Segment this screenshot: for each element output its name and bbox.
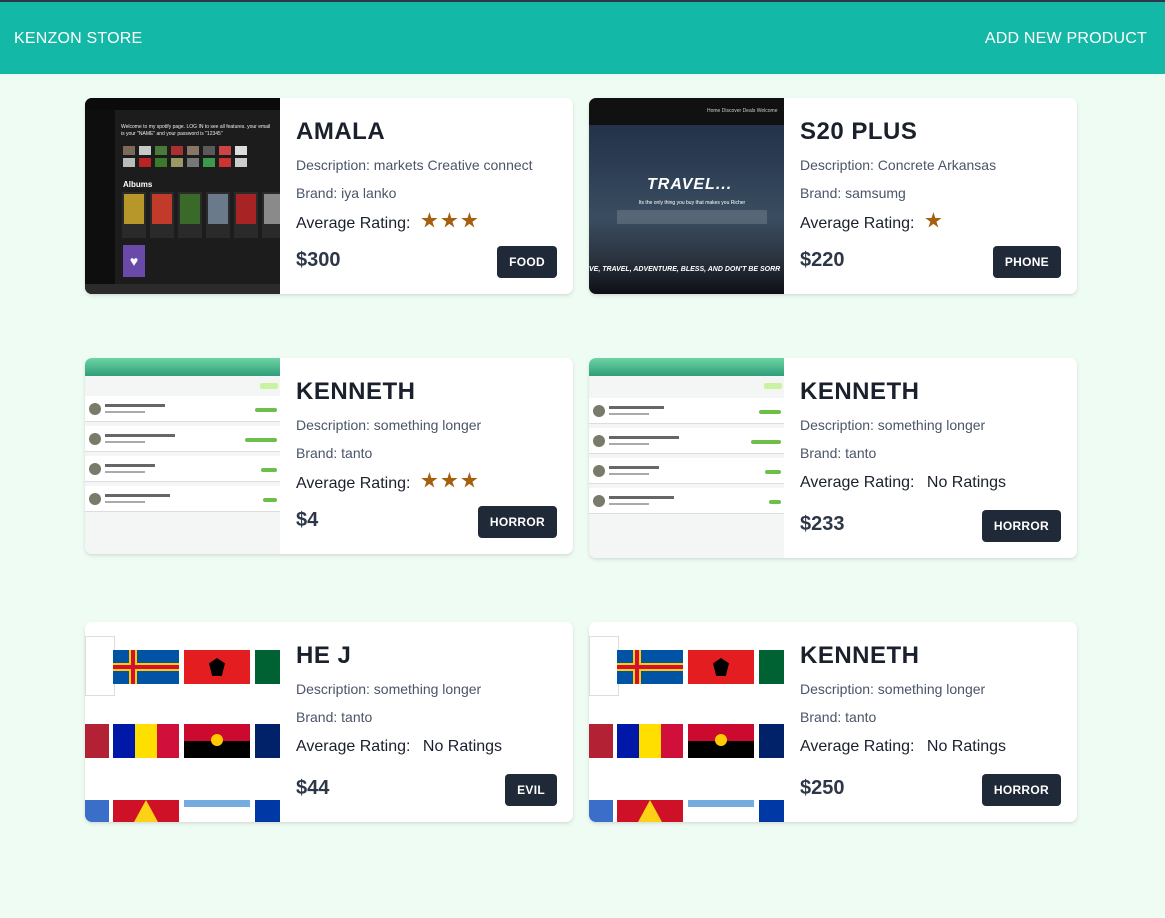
product-description: Description: Concrete Arkansas [800, 157, 997, 173]
star-icon [421, 212, 438, 228]
category-button[interactable]: HORROR [981, 510, 1061, 542]
star-icon [925, 212, 942, 228]
star-rating [421, 472, 481, 494]
category-button[interactable]: HORROR [477, 506, 557, 538]
rating-label: Average Rating: [800, 215, 915, 232]
music-app-screenshot-image: Welcome to my spotify page. LOG IN to se… [85, 98, 280, 294]
product-price: $44 [296, 777, 330, 799]
product-name: HE J [296, 642, 352, 669]
star-icon [461, 472, 478, 488]
rating-label: Average Rating: [296, 215, 411, 232]
star-icon [461, 212, 478, 228]
rating-label: Average Rating: [800, 738, 915, 755]
product-brand: Brand: iya lanko [296, 185, 397, 201]
product-card[interactable]: KENNETH Description: something longer Br… [589, 358, 1077, 558]
average-rating: Average Rating: [296, 472, 481, 494]
product-description: Description: something longer [800, 681, 986, 697]
product-price: $220 [800, 249, 845, 271]
top-navbar: KENZON STORE ADD NEW PRODUCT [0, 0, 1165, 74]
add-new-product-link[interactable]: ADD NEW PRODUCT [985, 30, 1147, 48]
average-rating: Average Rating: No Ratings [296, 738, 502, 756]
product-brand: Brand: samsumg [800, 185, 906, 201]
average-rating: Average Rating: No Ratings [800, 738, 1006, 756]
travel-site-screenshot-image: Home Discover Deals Welcome TRAVEL... It… [589, 98, 784, 294]
star-icon [441, 212, 458, 228]
product-price: $4 [296, 509, 319, 531]
no-ratings-text: No Ratings [926, 738, 1007, 755]
category-button[interactable]: PHONE [992, 246, 1061, 278]
product-card[interactable]: Welcome to my spotify page. LOG IN to se… [85, 98, 573, 294]
product-card[interactable]: KENNETH Description: something longer Br… [589, 622, 1077, 822]
flags-app-screenshot-image [85, 622, 280, 822]
product-description: Description: markets Creative connect [296, 157, 533, 173]
rating-label: Average Rating: [296, 738, 411, 755]
rating-label: Average Rating: [296, 475, 411, 492]
no-ratings-text: No Ratings [422, 738, 503, 755]
star-rating [421, 212, 481, 234]
no-ratings-text: No Ratings [926, 474, 1007, 491]
product-card[interactable]: KENNETH Description: something longer Br… [85, 358, 573, 554]
product-name: S20 PLUS [800, 118, 918, 145]
flags-app-screenshot-image [589, 622, 784, 822]
product-price: $300 [296, 249, 341, 271]
product-price: $233 [800, 513, 845, 535]
category-button[interactable]: HORROR [981, 774, 1061, 806]
product-description: Description: something longer [800, 417, 986, 433]
product-card[interactable]: HE J Description: something longer Brand… [85, 622, 573, 822]
product-name: KENNETH [296, 378, 416, 405]
average-rating: Average Rating: No Ratings [800, 474, 1006, 492]
average-rating: Average Rating: [296, 212, 481, 234]
product-card[interactable]: Home Discover Deals Welcome TRAVEL... It… [589, 98, 1077, 294]
product-brand: Brand: tanto [296, 709, 373, 725]
product-brand: Brand: tanto [296, 445, 373, 461]
product-name: AMALA [296, 118, 386, 145]
star-rating [925, 212, 945, 234]
product-brand: Brand: tanto [800, 445, 877, 461]
product-description: Description: something longer [296, 417, 482, 433]
heart-icon: ♥ [123, 245, 145, 277]
list-app-screenshot-image [85, 358, 280, 554]
star-icon [441, 472, 458, 488]
rating-label: Average Rating: [800, 474, 915, 491]
list-app-screenshot-image [589, 358, 784, 558]
product-price: $250 [800, 777, 845, 799]
product-name: KENNETH [800, 642, 920, 669]
product-brand: Brand: tanto [800, 709, 877, 725]
category-button[interactable]: EVIL [505, 774, 557, 806]
star-icon [421, 472, 438, 488]
product-name: KENNETH [800, 378, 920, 405]
category-button[interactable]: FOOD [497, 246, 557, 278]
product-description: Description: something longer [296, 681, 482, 697]
average-rating: Average Rating: [800, 212, 945, 234]
store-logo-link[interactable]: KENZON STORE [14, 30, 142, 48]
